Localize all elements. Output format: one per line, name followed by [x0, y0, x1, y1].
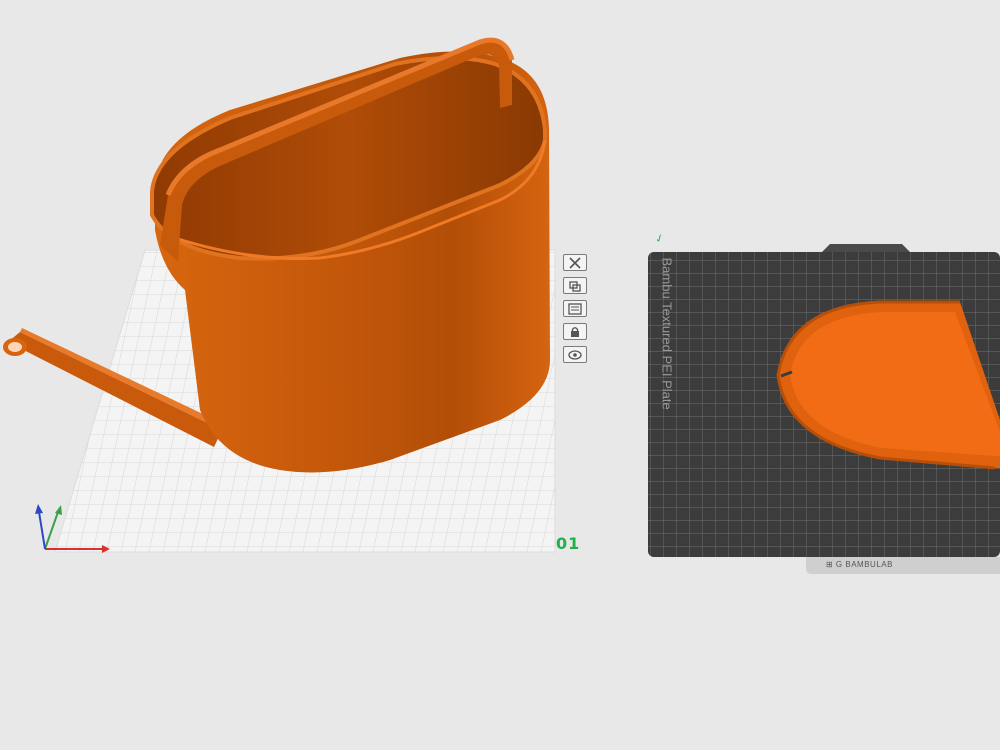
plate-number[interactable]: 01: [556, 534, 580, 553]
eye-icon: [568, 349, 582, 360]
watering-can-model[interactable]: [3, 37, 550, 473]
lock-plate-button[interactable]: [563, 323, 587, 340]
arrange-plate-button[interactable]: [563, 277, 587, 294]
preview-plate-button[interactable]: [563, 346, 587, 363]
arrange-icon: [569, 280, 581, 292]
plate-brand: ⊞ G BAMBULAB: [826, 560, 893, 569]
lock-icon: [571, 326, 579, 337]
settings-icon: [568, 302, 582, 315]
plate-toolbar: [563, 254, 591, 363]
3d-viewport[interactable]: [0, 0, 1000, 750]
plate-settings-button[interactable]: [563, 300, 587, 317]
plate-label: Bambu Textured PEI Plate: [659, 257, 675, 410]
delete-plate-button[interactable]: [563, 254, 587, 271]
close-icon: [569, 256, 581, 269]
